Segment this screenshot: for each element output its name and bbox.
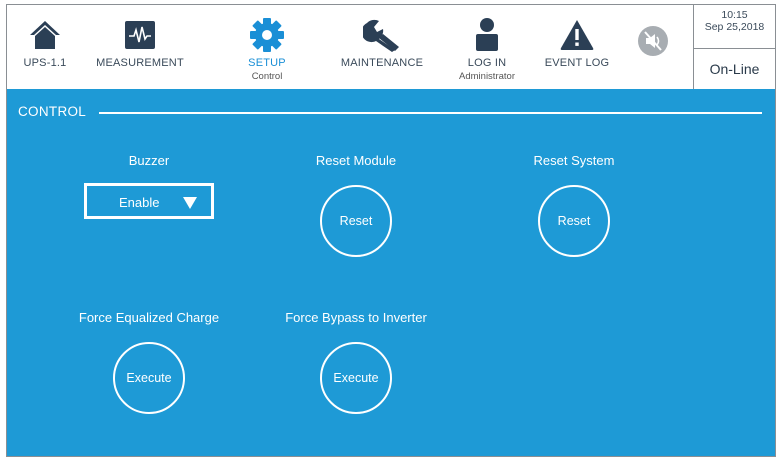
nav-measurement-label: MEASUREMENT (96, 57, 184, 69)
buzzer-value: Enable (119, 195, 160, 210)
nav-maintenance[interactable]: MAINTENANCE (332, 5, 432, 89)
reset-module-button[interactable]: Reset (320, 185, 392, 257)
nav-setup[interactable]: SETUP Control (227, 5, 307, 89)
force-equalized-charge-button[interactable]: Execute (113, 342, 185, 414)
clock: 10:15 Sep 25,2018 (694, 5, 775, 48)
nav-setup-label: SETUP (248, 57, 286, 69)
force-bypass-label: Force Bypass to Inverter (285, 310, 427, 325)
wrench-icon (362, 17, 402, 53)
dropdown-arrow-icon (183, 197, 197, 209)
buzzer-label: Buzzer (128, 153, 170, 168)
clock-time: 10:15 (721, 9, 748, 21)
nav-setup-sublabel: Control (251, 71, 283, 82)
reset-module-label: Reset Module (315, 153, 397, 168)
buzzer-dropdown[interactable]: Enable (84, 183, 214, 219)
nav-measurement[interactable]: MEASUREMENT (85, 5, 195, 89)
user-icon (467, 17, 507, 53)
nav-home-label: UPS-1.1 (23, 57, 67, 69)
speaker-muted-icon (638, 26, 668, 56)
gear-icon (247, 17, 287, 53)
nav-home[interactable]: UPS-1.1 (15, 5, 75, 89)
section-divider (99, 112, 762, 114)
reset-system-label: Reset System (533, 153, 615, 168)
nav-login-label: LOG IN (467, 57, 507, 69)
mute-button[interactable] (637, 25, 669, 57)
reset-system-button[interactable]: Reset (538, 185, 610, 257)
home-icon (25, 17, 65, 53)
ups-screen: UPS-1.1 MEASUREMENT SETUP Control MAINTE… (6, 4, 776, 457)
warning-icon (557, 17, 597, 53)
control-panel: CONTROL Buzzer Enable Reset Module Reset… (7, 89, 775, 456)
ups-status: On-Line (709, 61, 760, 77)
nav-login-sublabel: Administrator (459, 71, 515, 82)
nav-event-log[interactable]: EVENT LOG (537, 5, 617, 89)
nav-maintenance-label: MAINTENANCE (340, 57, 424, 69)
force-equalized-charge-label: Force Equalized Charge (78, 310, 220, 325)
section-title: CONTROL (18, 104, 87, 119)
clock-date: Sep 25,2018 (704, 21, 765, 33)
top-nav-bar: UPS-1.1 MEASUREMENT SETUP Control MAINTE… (7, 5, 775, 89)
waveform-icon (120, 17, 160, 53)
nav-event-log-label: EVENT LOG (544, 57, 610, 69)
force-bypass-button[interactable]: Execute (320, 342, 392, 414)
nav-login[interactable]: LOG IN Administrator (447, 5, 527, 89)
